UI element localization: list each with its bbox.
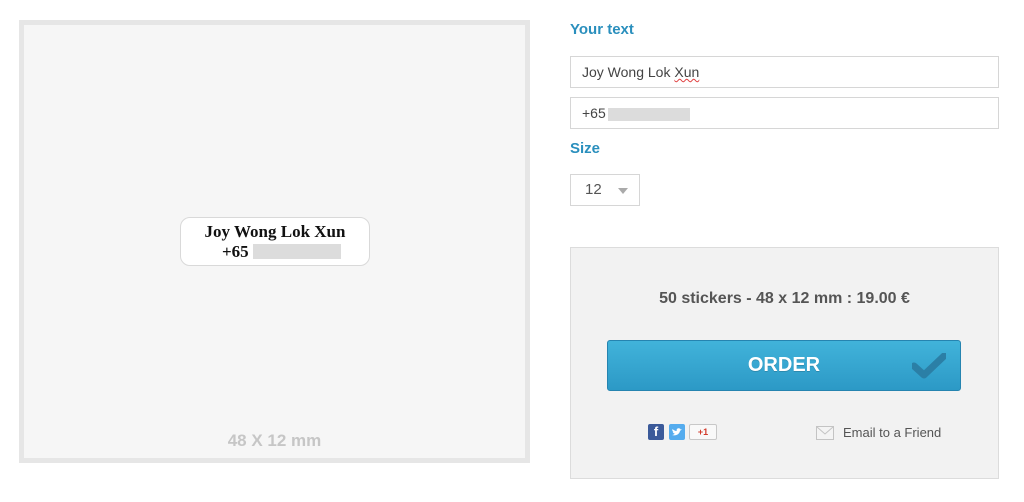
twitter-icon[interactable] — [669, 424, 685, 440]
sticker-line-1: Joy Wong Lok Xun — [204, 222, 346, 241]
chevron-down-icon — [618, 188, 628, 194]
envelope-icon — [816, 426, 834, 440]
text-line-1-prefix: Joy Wong Lok — [582, 64, 675, 80]
sticker-preview-panel: Joy Wong Lok Xun +65 48 X 12 mm — [19, 20, 530, 463]
check-icon — [912, 353, 946, 379]
email-to-friend-label: Email to a Friend — [843, 425, 942, 440]
your-text-label: Your text — [570, 21, 634, 38]
order-button[interactable]: ORDER — [607, 340, 961, 391]
redacted-block — [607, 107, 690, 121]
text-line-1-input[interactable]: Joy Wong Lok Xun — [570, 56, 999, 88]
google-plus-icon[interactable]: +1 — [689, 424, 717, 440]
text-line-2-value: +65 — [582, 105, 606, 121]
size-select-value: 12 — [585, 181, 602, 198]
sticker-preview: Joy Wong Lok Xun +65 — [180, 217, 370, 266]
redacted-block — [253, 244, 341, 259]
facebook-icon[interactable]: f — [648, 424, 664, 440]
sticker-line-2: +65 — [222, 242, 249, 261]
size-caption: 48 X 12 mm — [227, 431, 322, 450]
size-label: Size — [570, 140, 601, 157]
price-summary: 50 stickers - 48 x 12 mm : 19.00 € — [659, 290, 910, 307]
size-select[interactable]: 12 — [570, 174, 640, 206]
text-line-1-misspelled-word: Xun — [674, 64, 700, 80]
text-line-1-value: Joy Wong Lok Xun — [582, 57, 699, 87]
order-button-label: ORDER — [747, 354, 821, 376]
text-line-2-input[interactable]: +65 — [570, 97, 999, 129]
order-box: 50 stickers - 48 x 12 mm : 19.00 € ORDER… — [570, 247, 999, 479]
